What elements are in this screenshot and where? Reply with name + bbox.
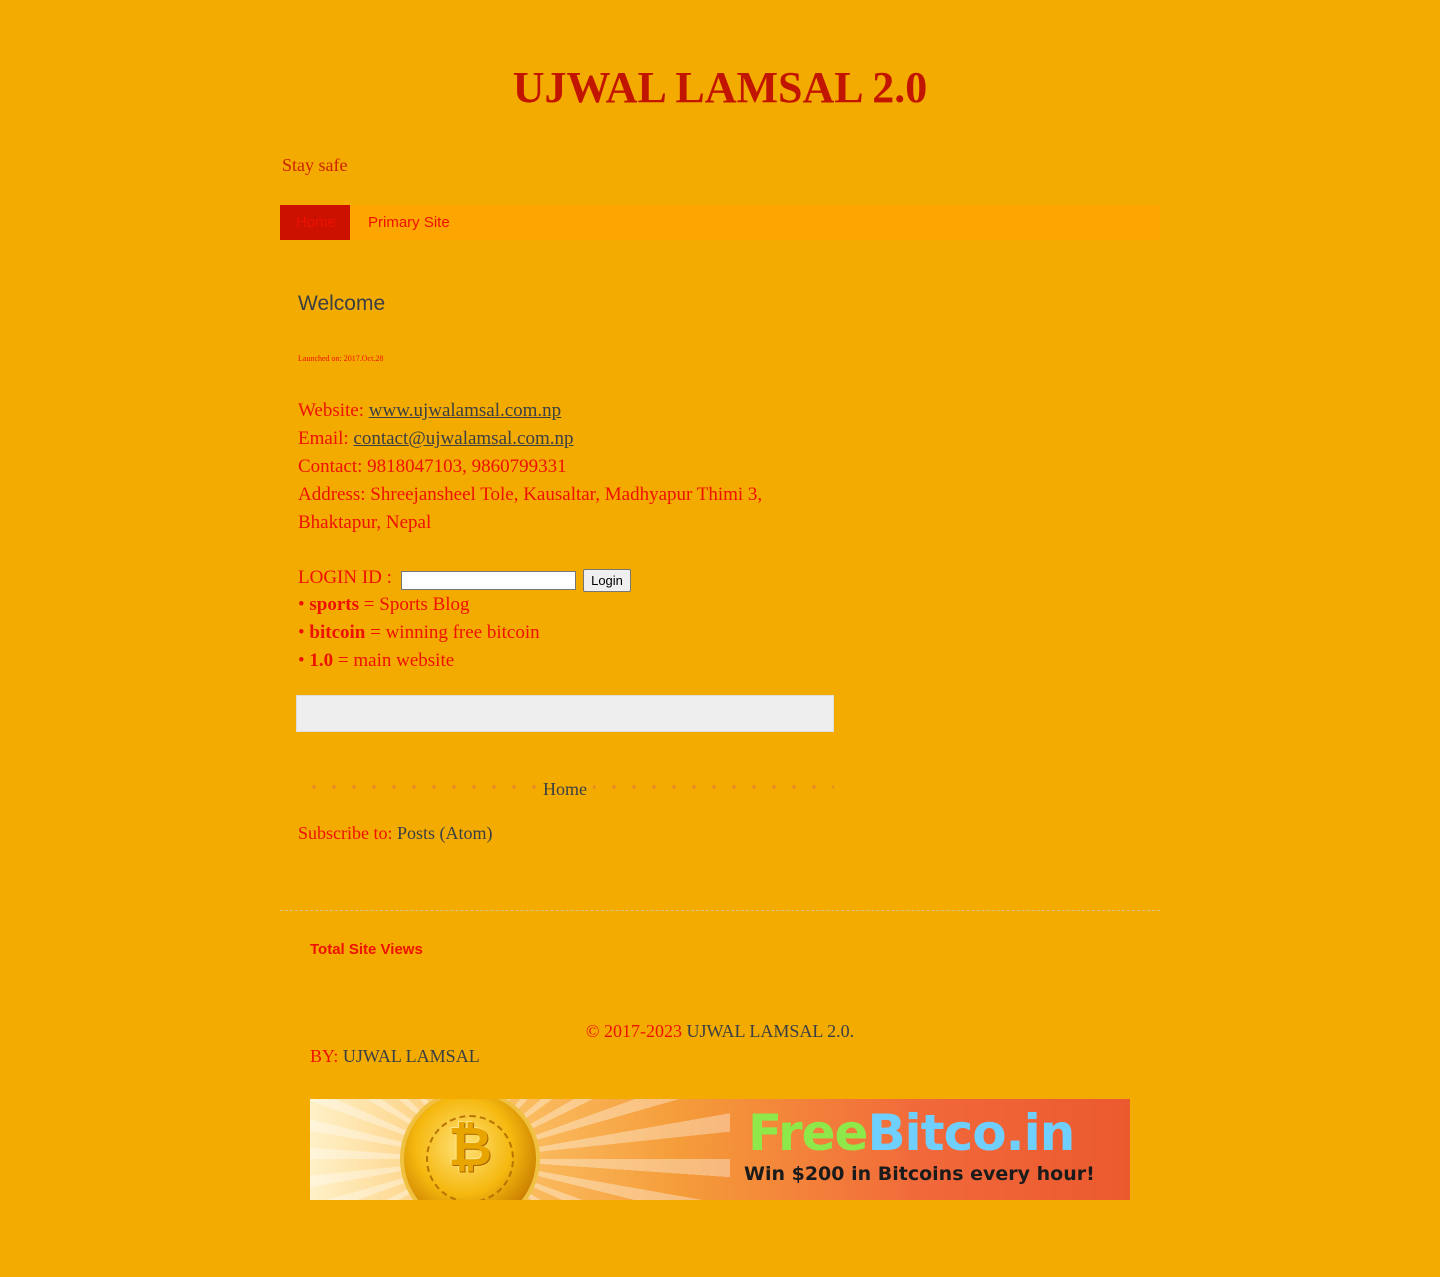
author-link[interactable]: UJWAL LAMSAL (343, 1046, 480, 1066)
bitcoin-symbol-icon: ₿ (447, 1115, 492, 1178)
list-item-desc: = winning free bitcoin (365, 622, 540, 643)
banner-brand: FreeBitco.in (748, 1103, 1075, 1163)
brand-free: Free (748, 1104, 868, 1162)
list-item-key: sports (309, 594, 360, 615)
nav-item-primary-site[interactable]: Primary Site (352, 205, 466, 240)
login-id-input[interactable] (401, 571, 576, 590)
email-row: Email: contact@ujwalamsal.com.np (298, 425, 818, 453)
brand-bitcoin: Bitco.in (867, 1104, 1075, 1162)
subscribe-label: Subscribe to: (298, 823, 397, 843)
copyright-site-link[interactable]: UJWAL LAMSAL 2.0 (687, 1021, 850, 1041)
list-item-key: 1.0 (309, 650, 334, 671)
list-item: • sports = Sports Blog (298, 591, 540, 619)
bitcoin-coin-icon: ₿ (400, 1099, 540, 1200)
website-link[interactable]: www.ujwalamsal.com.np (369, 400, 561, 421)
site-title[interactable]: UJWAL LAMSAL 2.0 (280, 62, 1160, 113)
copyright: © 2017-2023 UJWAL LAMSAL 2.0. (280, 1019, 1160, 1043)
nav-item-home[interactable]: Home (280, 205, 350, 240)
site-tagline: Stay safe (282, 155, 348, 175)
website-label: Website: (298, 400, 369, 421)
bullet: • (298, 594, 310, 615)
bullet: • (298, 650, 310, 671)
bullet: • (298, 622, 310, 643)
banner-subtitle: Win $200 in Bitcoins every hour! (744, 1163, 1095, 1185)
login-form: LOGIN ID : Login (298, 564, 631, 592)
post-footer-box (296, 695, 834, 732)
launch-date: Launched on: 2017.Oct.28 (298, 354, 384, 363)
total-site-views-title: Total Site Views (310, 941, 423, 958)
email-link[interactable]: contact@ujwalamsal.com.np (353, 428, 573, 449)
list-item-desc: = main website (333, 650, 455, 671)
contact-row: Contact: 9818047103, 9860799331 (298, 456, 567, 477)
freebitcoin-banner[interactable]: ₿ FreeBitco.in Win $200 in Bitcoins ever… (310, 1099, 1130, 1200)
author-credit: BY: UJWAL LAMSAL (310, 1044, 480, 1068)
list-item-desc: = Sports Blog (359, 594, 470, 615)
pager-home-link[interactable]: Home (537, 776, 593, 802)
nav-bar: Home Primary Site (280, 205, 1160, 240)
copyright-text: © 2017-2023 (585, 1021, 687, 1041)
email-label: Email: (298, 428, 354, 449)
website-row: Website: www.ujwalamsal.com.np (298, 397, 818, 425)
post-title: Welcome (298, 292, 386, 315)
blog-pager: Home (304, 776, 834, 802)
list-item: • bitcoin = winning free bitcoin (298, 619, 540, 647)
subscribe-feed: Subscribe to: Posts (Atom) (298, 820, 493, 846)
list-item: • 1.0 = main website (298, 647, 540, 675)
by-label: BY: (310, 1046, 343, 1066)
login-id-list: • sports = Sports Blog • bitcoin = winni… (298, 591, 540, 675)
login-label: LOGIN ID : (298, 567, 392, 588)
section-divider (280, 910, 1160, 911)
login-button[interactable]: Login (583, 569, 631, 592)
copyright-period: . (849, 1021, 855, 1041)
list-item-key: bitcoin (309, 622, 366, 643)
posts-atom-link[interactable]: Posts (Atom) (397, 823, 493, 843)
contact-info: Website: www.ujwalamsal.com.np Email: co… (298, 397, 818, 537)
address-row: Address: Shreejansheel Tole, Kausaltar, … (298, 484, 763, 533)
